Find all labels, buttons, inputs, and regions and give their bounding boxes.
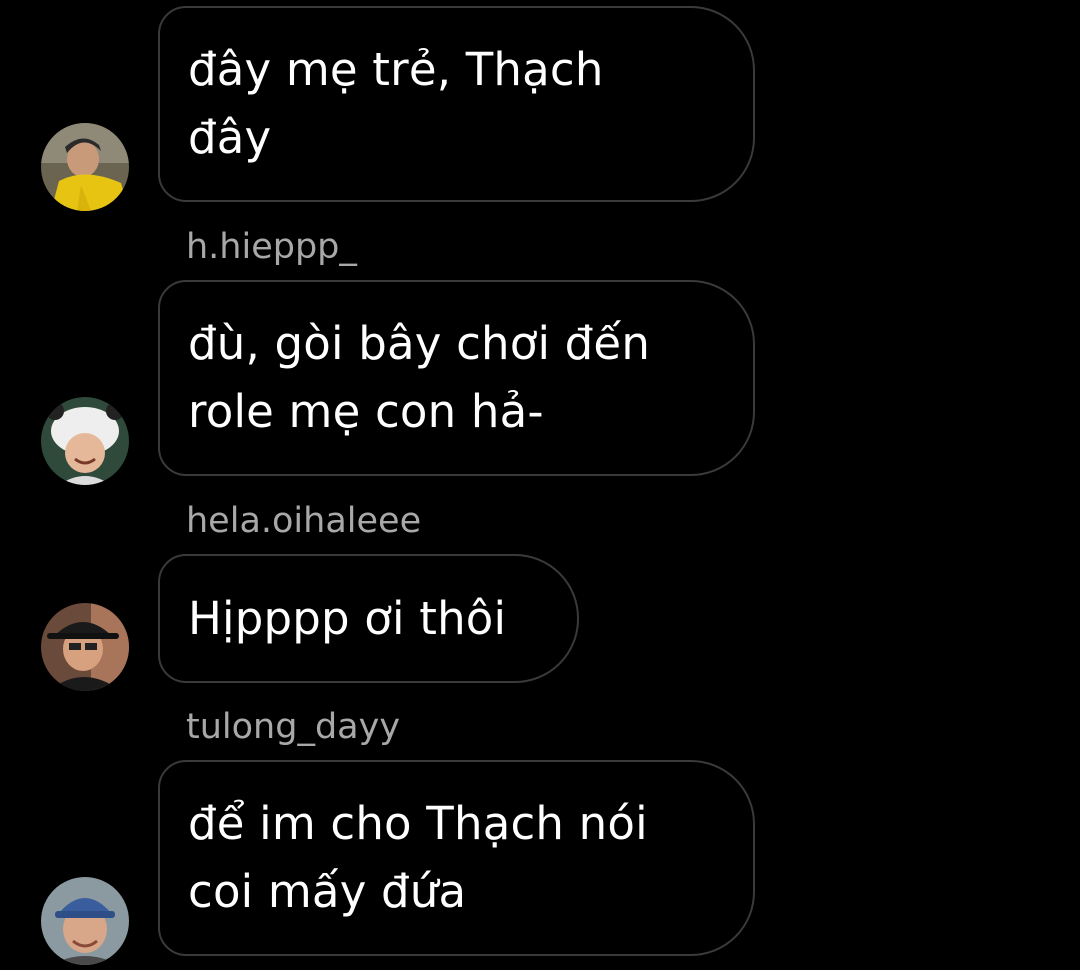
message-text: Hịpppp ơi thôi: [188, 591, 507, 645]
message-bubble[interactable]: Hịpppp ơi thôi: [158, 554, 579, 683]
chat-thread: đây mẹ trẻ, Thạch đây h.hieppp_ đù, gòi …: [0, 0, 1080, 970]
avatar[interactable]: [41, 123, 129, 211]
username[interactable]: hela.oihaleee: [186, 499, 421, 543]
avatar-panda-hat-icon: [41, 397, 129, 485]
avatar[interactable]: [41, 397, 129, 485]
message-text: đây mẹ trẻ, Thạch đây: [188, 43, 604, 164]
username[interactable]: tulong_dayy: [186, 705, 400, 749]
username[interactable]: h.hieppp_: [186, 225, 357, 269]
avatar-blue-cap-icon: [41, 877, 129, 965]
message-text: để im cho Thạch nói coi mấy đứa: [188, 797, 648, 918]
message-text: đù, gòi bây chơi đến role mẹ con hả-: [188, 317, 651, 438]
message-bubble[interactable]: đây mẹ trẻ, Thạch đây: [158, 6, 755, 202]
message-bubble[interactable]: để im cho Thạch nói coi mấy đứa: [158, 760, 755, 956]
avatar-yellow-jacket-icon: [41, 123, 129, 211]
avatar-black-hat-icon: [41, 603, 129, 691]
avatar[interactable]: [41, 877, 129, 965]
message-bubble[interactable]: đù, gòi bây chơi đến role mẹ con hả-: [158, 280, 755, 476]
avatar[interactable]: [41, 603, 129, 691]
